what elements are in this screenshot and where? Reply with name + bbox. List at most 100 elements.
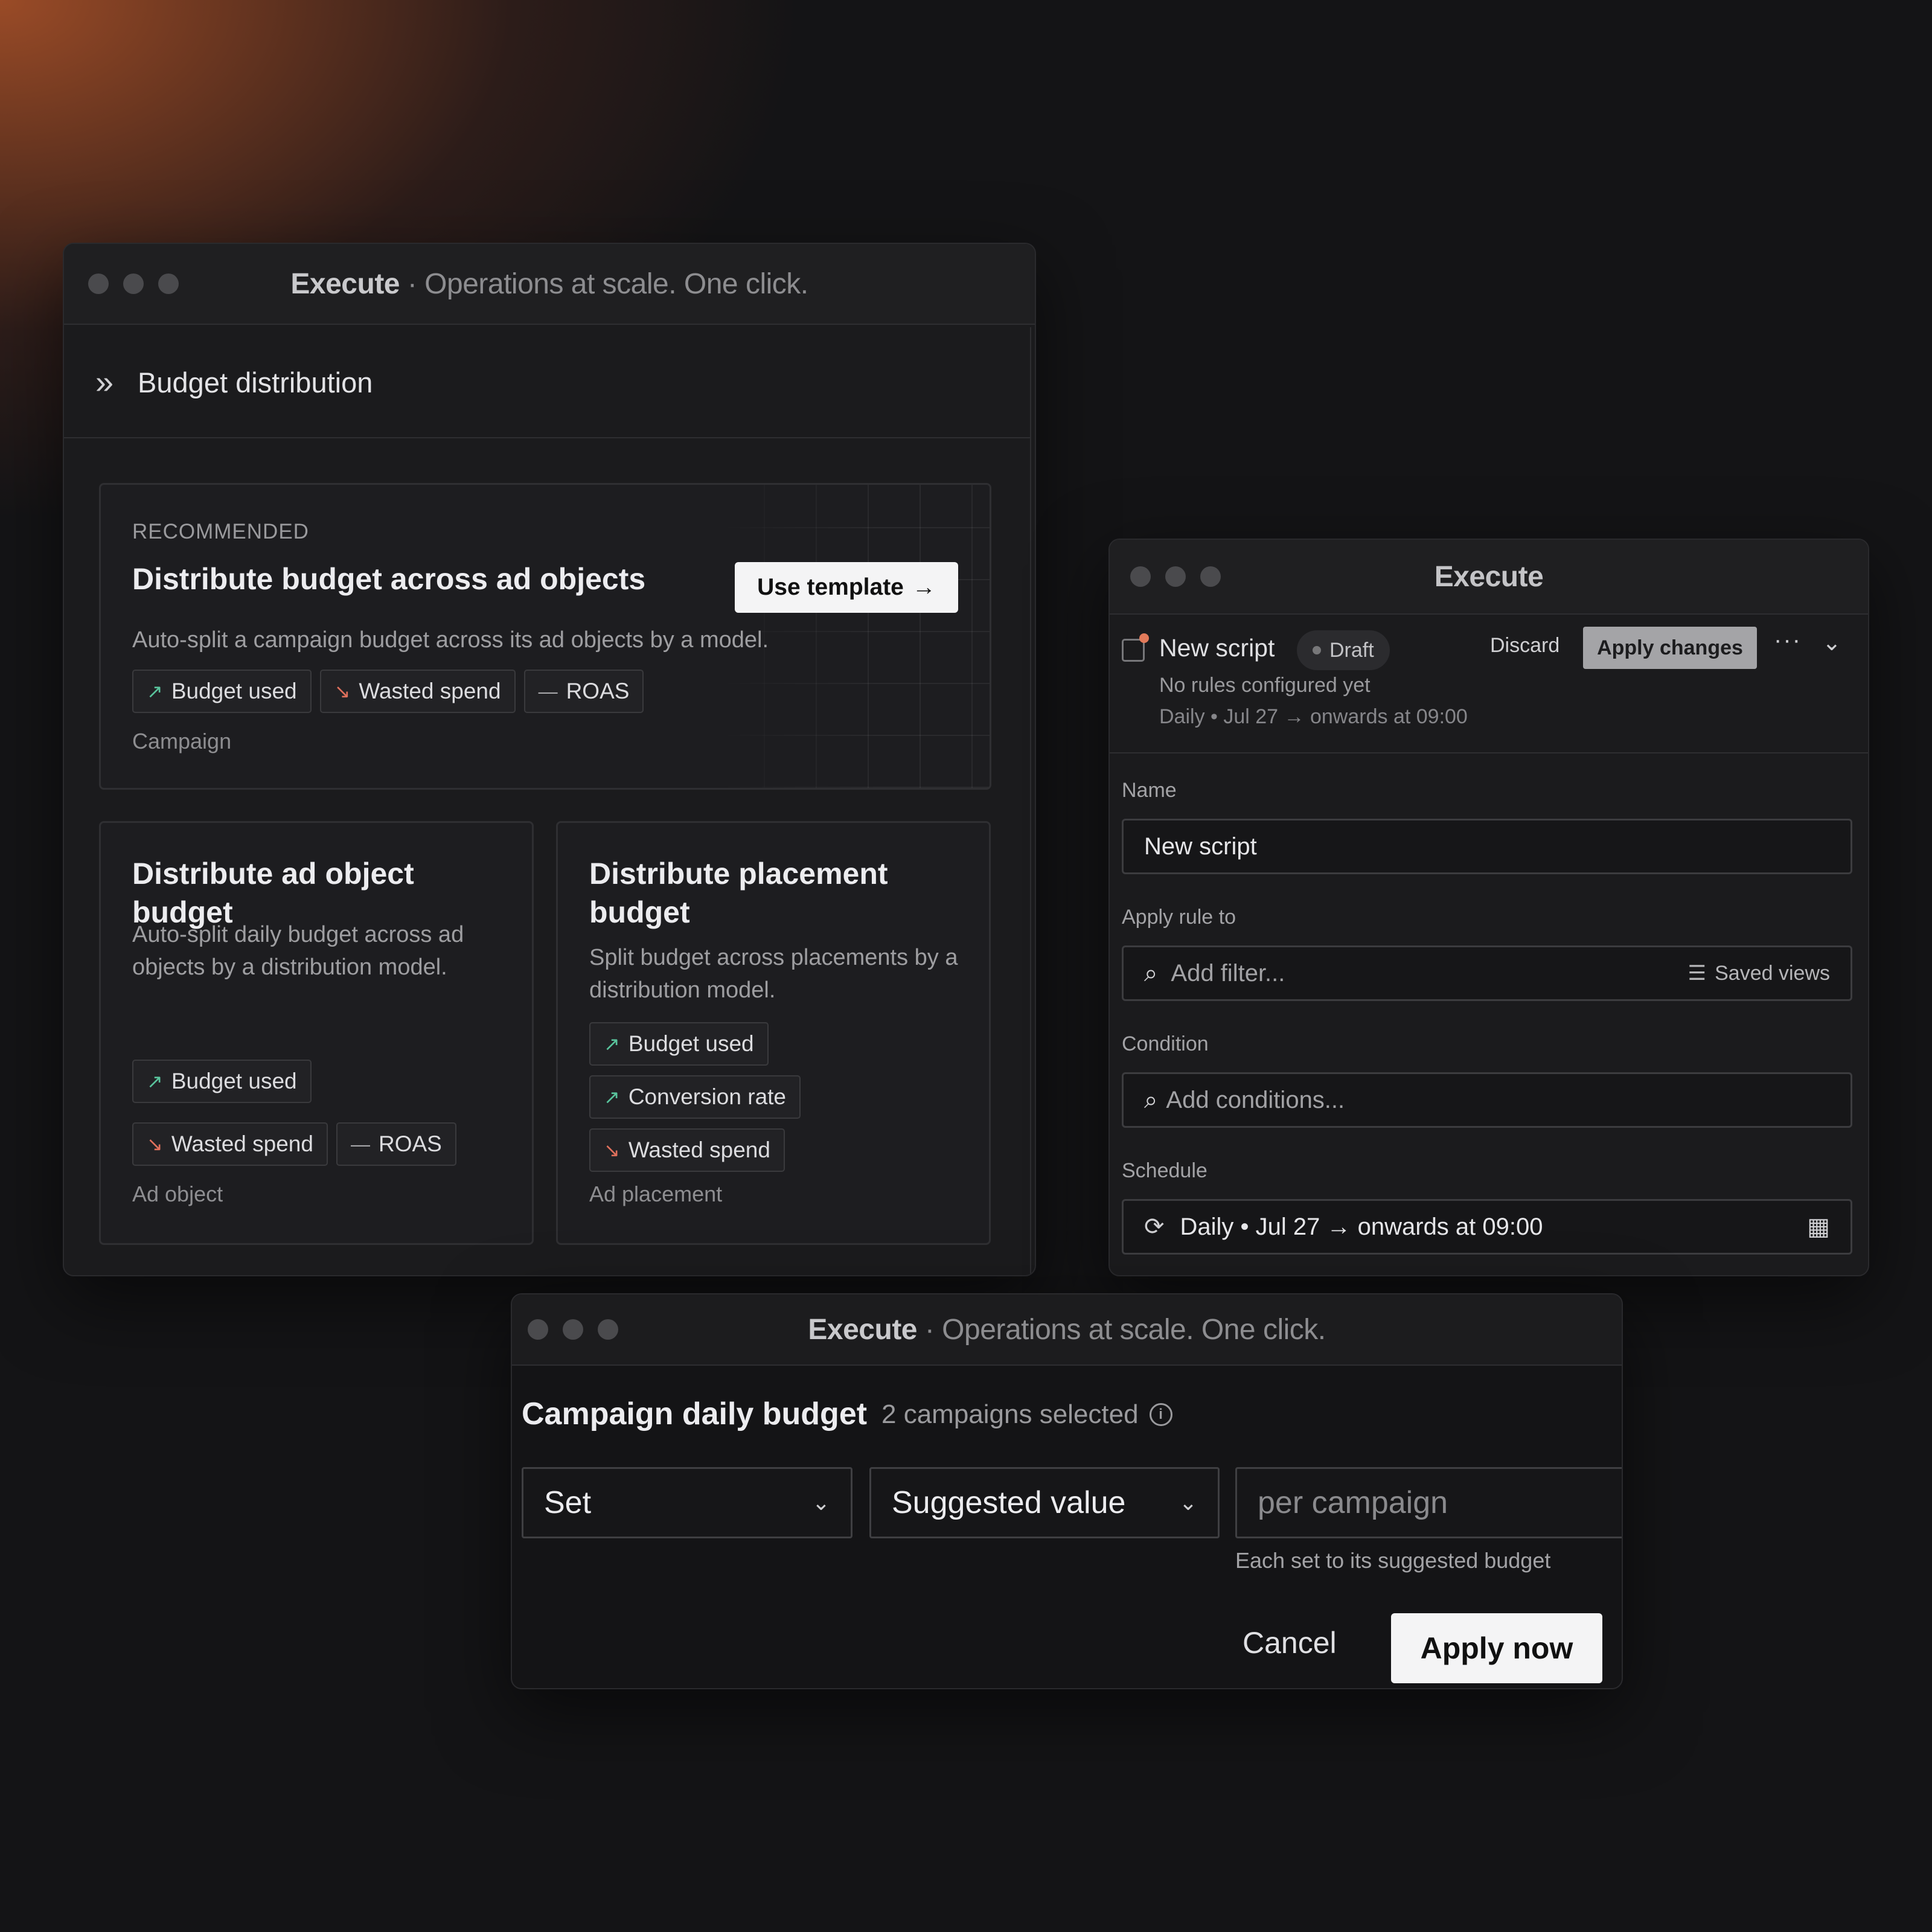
card-description: Auto-split a campaign budget across its …: [132, 627, 769, 653]
action-select[interactable]: Set ⌄: [522, 1467, 852, 1538]
apply-now-button[interactable]: Apply now: [1391, 1613, 1602, 1683]
metric-tag: ↘ Wasted spend: [589, 1128, 785, 1172]
close-window-button[interactable]: [1130, 566, 1151, 587]
amount-input[interactable]: per campaign: [1235, 1467, 1622, 1538]
condition-input[interactable]: ⌕ Add conditions...: [1122, 1072, 1852, 1128]
amount-hint: Each set to its suggested budget: [1235, 1548, 1551, 1573]
card-description: Split budget across placements by a dist…: [589, 945, 958, 1003]
window-titlebar: Execute: [1110, 540, 1868, 615]
status-badge: Draft: [1297, 630, 1390, 670]
close-window-button[interactable]: [88, 273, 109, 294]
double-chevron-right-icon[interactable]: »: [95, 366, 114, 398]
trend-up-icon: ↗: [604, 1033, 620, 1055]
apply-changes-button[interactable]: Apply changes: [1583, 627, 1757, 669]
condition-placeholder: Add conditions...: [1166, 1086, 1345, 1113]
window-titlebar: Execute · Operations at scale. One click…: [64, 244, 1035, 325]
window-titlebar: Execute · Operations at scale. One click…: [512, 1294, 1622, 1366]
use-template-button[interactable]: Use template →: [735, 562, 958, 613]
script-editor-window: Execute New script Draft Discard Apply c…: [1108, 539, 1869, 1276]
card-title: Distribute budget across ad objects: [132, 562, 646, 596]
metric-tag: ↗ Budget used: [132, 670, 312, 713]
metric-tag: ↘ Wasted spend: [132, 1122, 328, 1166]
use-template-label: Use template: [757, 574, 904, 600]
panel-header: » Budget distribution: [64, 327, 1030, 438]
calendar-icon[interactable]: ▦: [1807, 1213, 1830, 1241]
script-name: New script: [1159, 634, 1275, 662]
list-icon: ☰: [1687, 962, 1707, 985]
card-scope: Campaign: [132, 729, 232, 753]
more-options-icon[interactable]: ···: [1774, 627, 1802, 654]
info-icon[interactable]: i: [1149, 1403, 1172, 1426]
window-title: Execute: [1434, 560, 1544, 593]
minimize-window-button[interactable]: [1165, 566, 1186, 587]
script-rules-status: No rules configured yet: [1159, 674, 1371, 697]
schedule-field[interactable]: ⟳ Daily • Jul 27 → onwards at 09:00 ▦: [1122, 1199, 1852, 1255]
saved-views-button[interactable]: ☰ Saved views: [1688, 961, 1830, 985]
cancel-button[interactable]: Cancel: [1243, 1625, 1337, 1660]
maximize-window-button[interactable]: [158, 273, 179, 294]
minimize-window-button[interactable]: [563, 1319, 583, 1340]
repeat-icon: ⟳: [1144, 1214, 1165, 1240]
filter-placeholder: Add filter...: [1171, 959, 1285, 987]
chevron-down-icon: ⌄: [811, 1490, 830, 1515]
close-window-button[interactable]: [528, 1319, 548, 1340]
placement-budget-card[interactable]: Distribute placement budget Split budget…: [556, 821, 991, 1245]
script-schedule-summary: Daily • Jul 27 → onwards at 09:00: [1159, 705, 1468, 728]
metric-tag: ↘ Wasted spend: [319, 670, 516, 713]
script-select-checkbox[interactable]: [1122, 633, 1149, 662]
trend-down-icon: ↘: [334, 680, 351, 702]
search-icon: ⌕: [1144, 959, 1158, 987]
metric-tag: ↗ Budget used: [589, 1022, 769, 1066]
name-field[interactable]: New script: [1122, 819, 1852, 874]
schedule-value: Daily • Jul 27 → onwards at 09:00: [1180, 1213, 1543, 1240]
arrow-right-icon: →: [912, 574, 936, 600]
value-mode-select[interactable]: Suggested value ⌄: [869, 1467, 1220, 1538]
chevron-down-icon[interactable]: ⌄: [1822, 629, 1841, 656]
recommended-label: RECOMMENDED: [132, 520, 309, 543]
metric-tags: ↗ Budget used ↗ Conversion rate ↘ Wasted sp…: [589, 1022, 801, 1172]
window-controls: [528, 1319, 618, 1340]
window-controls: [1130, 566, 1221, 587]
panel-title: Budget distribution: [138, 366, 373, 398]
window-title: Execute · Operations at scale. One click…: [808, 1313, 1326, 1346]
maximize-window-button[interactable]: [598, 1319, 618, 1340]
schedule-label: Schedule: [1122, 1159, 1208, 1182]
maximize-window-button[interactable]: [1200, 566, 1221, 587]
metric-tag: — ROAS: [523, 670, 644, 713]
metric-tags: ↗ Budget used ↘ Wasted spend — ROAS: [132, 670, 644, 713]
apply-rule-label: Apply rule to: [1122, 906, 1236, 929]
metric-tag: ↗ Conversion rate: [589, 1075, 801, 1119]
discard-button[interactable]: Discard: [1490, 634, 1559, 657]
ad-object-budget-card[interactable]: Distribute ad object budget Auto-split d…: [99, 821, 534, 1245]
window-controls: [88, 273, 179, 294]
campaign-budget-window: Execute · Operations at scale. One click…: [511, 1293, 1623, 1689]
metric-tags: ↗ Budget used ↘ Wasted spend — ROAS: [132, 1060, 494, 1166]
name-label: Name: [1122, 779, 1177, 802]
trend-down-icon: ↘: [147, 1133, 163, 1155]
card-scope: Ad object: [132, 1182, 223, 1206]
budget-panel: » Budget distribution RECOMMENDED Distri…: [64, 327, 1031, 1275]
trend-up-icon: ↗: [147, 1070, 163, 1092]
card-title: Distribute placement budget: [589, 857, 888, 929]
budget-distribution-window: Execute · Operations at scale. One click…: [63, 243, 1036, 1276]
window-title: Execute · Operations at scale. One click…: [290, 267, 808, 300]
trend-flat-icon: —: [538, 680, 558, 702]
filter-input[interactable]: ⌕ Add filter... ☰ Saved views: [1122, 945, 1852, 1001]
card-scope: Ad placement: [589, 1182, 723, 1206]
trend-up-icon: ↗: [147, 680, 163, 702]
condition-label: Condition: [1122, 1032, 1209, 1055]
selection-count: 2 campaigns selected i: [881, 1399, 1172, 1430]
metric-tag: — ROAS: [336, 1122, 456, 1166]
trend-down-icon: ↘: [604, 1139, 620, 1161]
status-dot-icon: [1313, 646, 1321, 654]
metric-tag: ↗ Budget used: [132, 1060, 312, 1103]
amount-placeholder: per campaign: [1258, 1485, 1448, 1520]
trend-flat-icon: —: [350, 1133, 370, 1155]
chevron-down-icon: ⌄: [1179, 1490, 1197, 1515]
budget-heading: Campaign daily budget: [522, 1396, 868, 1431]
recommended-template-card[interactable]: RECOMMENDED Distribute budget across ad …: [99, 483, 991, 790]
minimize-window-button[interactable]: [123, 273, 144, 294]
script-header: New script Draft Discard Apply changes ·…: [1110, 616, 1868, 753]
name-value: New script: [1144, 833, 1257, 860]
search-icon: ⌕: [1144, 1086, 1158, 1113]
